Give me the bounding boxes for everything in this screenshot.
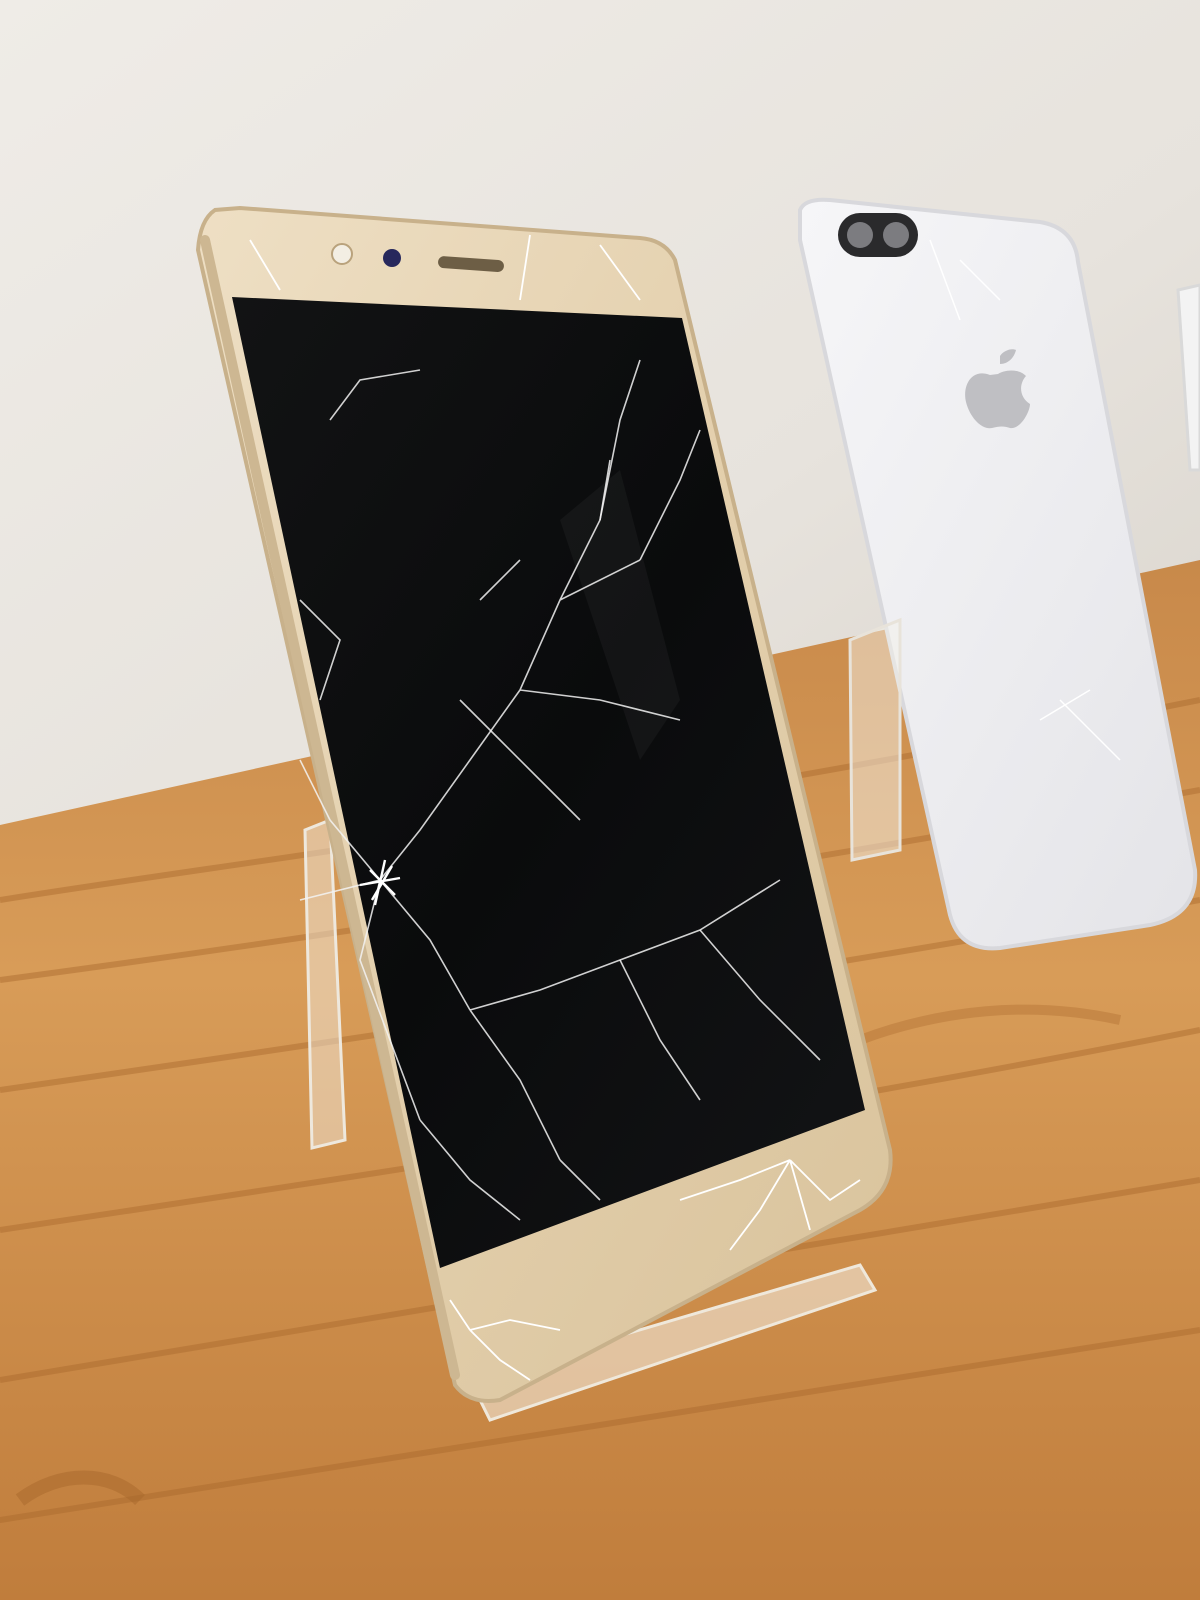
camera-icon xyxy=(383,249,401,267)
photo-scene xyxy=(0,0,1200,1600)
proximity-sensor-icon xyxy=(331,243,353,265)
stand-back xyxy=(848,617,902,862)
